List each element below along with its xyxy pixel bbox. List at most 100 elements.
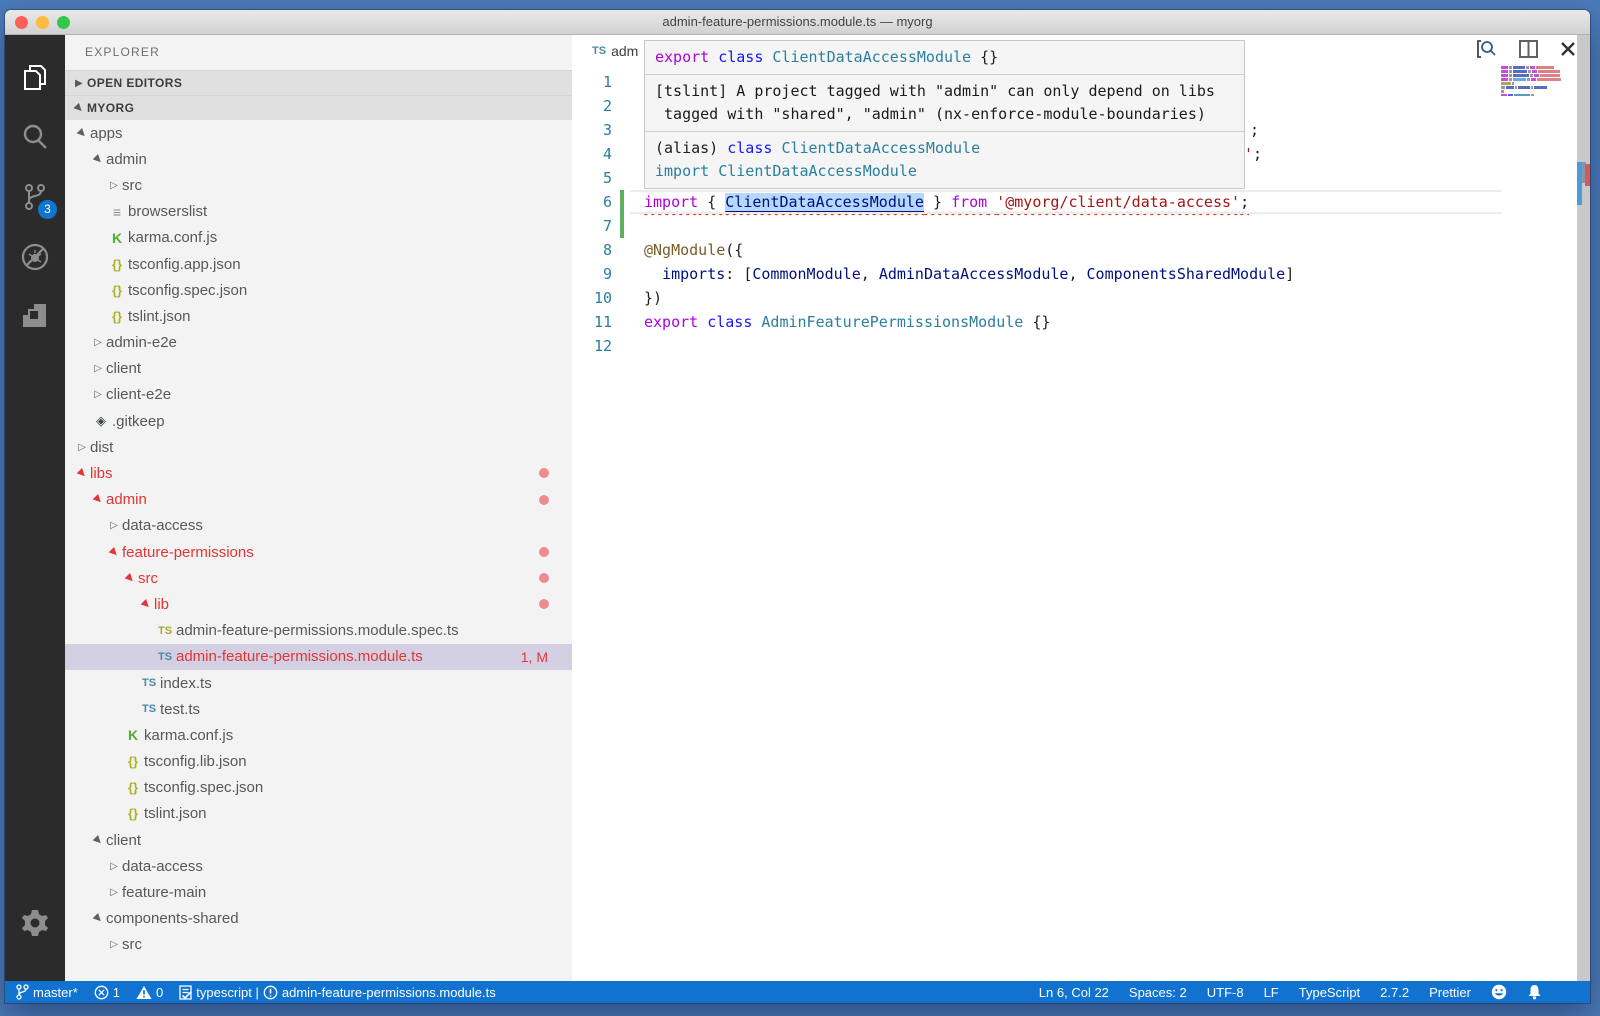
gitk-file-icon: ◈ [90, 413, 112, 429]
close-window-icon[interactable] [15, 16, 28, 29]
tree-item-data-access[interactable]: ▷data-access [65, 513, 572, 539]
tree-item-libs[interactable]: ▶libs [65, 460, 572, 486]
code-token: class [727, 139, 772, 157]
tree-item-karma-conf-js[interactable]: Kkarma.conf.js [65, 722, 572, 748]
feedback-smiley-icon[interactable] [1491, 984, 1507, 1000]
warnings-status[interactable]: 0 [136, 985, 163, 1000]
tree-item-browserslist[interactable]: ≡browserslist [65, 199, 572, 225]
tree-item-src[interactable]: ▷src [65, 932, 572, 958]
status-lf[interactable]: LF [1264, 985, 1279, 1000]
code-line-7[interactable]: 7 [572, 214, 1577, 238]
tree-item-admin-feature-permissions-module-spec-ts[interactable]: TSadmin-feature-permissions.module.spec.… [65, 618, 572, 644]
workspace-root-section[interactable]: ▶ MYORG [65, 95, 572, 120]
tree-item-client-e2e[interactable]: ▷client-e2e [65, 382, 572, 408]
explorer-icon[interactable] [5, 47, 65, 107]
hover-tooltip: export class ClientDataAccessModule {} [… [644, 40, 1245, 189]
twisty-expanded-icon: ▶ [120, 569, 139, 588]
tree-item--gitkeep[interactable]: ◈.gitkeep [65, 408, 572, 434]
problem-dot-badge [539, 547, 549, 557]
tree-item-src[interactable]: ▶src [65, 565, 572, 591]
status-utf-8[interactable]: UTF-8 [1207, 985, 1244, 1000]
twisty-expanded-icon: ▶ [136, 595, 155, 614]
tree-item-data-access[interactable]: ▷data-access [65, 853, 572, 879]
tree-item-client[interactable]: ▶client [65, 827, 572, 853]
status-spaces-2[interactable]: Spaces: 2 [1129, 985, 1187, 1000]
tree-item-karma-conf-js[interactable]: Kkarma.conf.js [65, 225, 572, 251]
tree-item-tslint-json[interactable]: {}tslint.json [65, 801, 572, 827]
code-line-8[interactable]: 8@NgModule({ [572, 238, 1577, 262]
settings-gear-icon[interactable] [5, 893, 65, 953]
tree-item-label: tsconfig.app.json [128, 256, 241, 273]
tree-item-index-ts[interactable]: TSindex.ts [65, 670, 572, 696]
tree-item-feature-permissions[interactable]: ▶feature-permissions [65, 539, 572, 565]
tree-item-tsconfig-app-json[interactable]: {}tsconfig.app.json [65, 251, 572, 277]
tree-item-tslint-json[interactable]: {}tslint.json [65, 303, 572, 329]
tree-item-label: admin [106, 491, 147, 508]
tree-item-admin[interactable]: ▶admin [65, 146, 572, 172]
tree-item-src[interactable]: ▷src [65, 172, 572, 198]
code-token: ; [1253, 145, 1262, 163]
code-area[interactable]: 123;4';56import { ClientDataAccessModule… [572, 69, 1577, 981]
json-file-icon: {} [106, 309, 128, 324]
tree-item-apps[interactable]: ▶apps [65, 120, 572, 146]
title-bar: admin-feature-permissions.module.ts — my… [5, 10, 1590, 35]
tree-item-admin[interactable]: ▶admin [65, 487, 572, 513]
tree-item-tsconfig-spec-json[interactable]: {}tsconfig.spec.json [65, 775, 572, 801]
twisty-expanded-icon: ▶ [88, 831, 107, 850]
tree-item-test-ts[interactable]: TStest.ts [65, 696, 572, 722]
tree-item-label: apps [90, 125, 123, 142]
tree-item-dist[interactable]: ▷dist [65, 434, 572, 460]
line-number: 3 [572, 118, 612, 142]
tree-item-client[interactable]: ▷client [65, 356, 572, 382]
code-line-10[interactable]: 10}) [572, 286, 1577, 310]
twisty-collapsed-icon: ▷ [90, 337, 106, 348]
status-prettier[interactable]: Prettier [1429, 985, 1471, 1000]
code-line-6[interactable]: 6import { ClientDataAccessModule } from … [572, 190, 1577, 214]
twisty-collapsed-icon: ▷ [106, 520, 122, 531]
code-token: ComponentsSharedModule [1087, 265, 1286, 283]
symbol-link[interactable]: ClientDataAccessModule [725, 193, 924, 211]
git-added-gutter-mark [620, 190, 624, 214]
tree-item-admin-e2e[interactable]: ▷admin-e2e [65, 330, 572, 356]
code-line-11[interactable]: 11export class AdminFeaturePermissionsMo… [572, 310, 1577, 334]
code-token [709, 162, 718, 180]
code-token: } [924, 193, 951, 211]
debug-disabled-icon[interactable] [5, 227, 65, 287]
close-editor-icon[interactable] [1560, 41, 1576, 57]
tree-item-label: libs [90, 465, 113, 482]
status-ln-6-col-22[interactable]: Ln 6, Col 22 [1039, 985, 1109, 1000]
code-token: class [707, 313, 752, 331]
zoom-window-icon[interactable] [57, 16, 70, 29]
extensions-icon[interactable] [5, 287, 65, 347]
errors-status[interactable]: 1 [94, 985, 120, 1000]
status-2-7-2[interactable]: 2.7.2 [1380, 985, 1409, 1000]
minimize-window-icon[interactable] [36, 16, 49, 29]
code-token: (alias) [655, 139, 727, 157]
tree-item-tsconfig-lib-json[interactable]: {}tsconfig.lib.json [65, 749, 572, 775]
status-typescript[interactable]: TypeScript [1299, 985, 1360, 1000]
scm-badge: 3 [38, 200, 57, 219]
search-icon[interactable] [5, 107, 65, 167]
git-branch-status[interactable]: master* [15, 984, 78, 1000]
karma-file-icon: K [106, 230, 128, 246]
find-in-file-icon[interactable] [1477, 40, 1497, 58]
twisty-collapsed-icon: ▷ [106, 861, 122, 872]
open-editors-section[interactable]: ▶ OPEN EDITORS [65, 70, 572, 95]
tree-item-tsconfig-spec-json[interactable]: {}tsconfig.spec.json [65, 277, 572, 303]
tree-item-lib[interactable]: ▶lib [65, 591, 572, 617]
overview-ruler[interactable] [1577, 35, 1590, 981]
notifications-bell-icon[interactable] [1527, 984, 1542, 1000]
tab-active-file[interactable]: TS adm [592, 43, 638, 59]
chevron-right-icon: ▶ [71, 78, 87, 89]
tree-item-admin-feature-permissions-module-ts[interactable]: TSadmin-feature-permissions.module.ts1, … [65, 644, 572, 670]
twisty-collapsed-icon: ▷ [90, 363, 106, 374]
split-editor-icon[interactable] [1519, 40, 1538, 58]
code-line-9[interactable]: 9 imports: [CommonModule, AdminDataAcces… [572, 262, 1577, 286]
tslint-status[interactable]: typescript | admin-feature-permissions.m… [179, 985, 496, 1000]
code-line-12[interactable]: 12 [572, 334, 1577, 358]
tree-item-components-shared[interactable]: ▶components-shared [65, 906, 572, 932]
source-control-icon[interactable]: 3 [5, 167, 65, 227]
problem-dot-badge [539, 599, 549, 609]
tree-item-feature-main[interactable]: ▷feature-main [65, 879, 572, 905]
minimap[interactable] [1501, 66, 1563, 98]
